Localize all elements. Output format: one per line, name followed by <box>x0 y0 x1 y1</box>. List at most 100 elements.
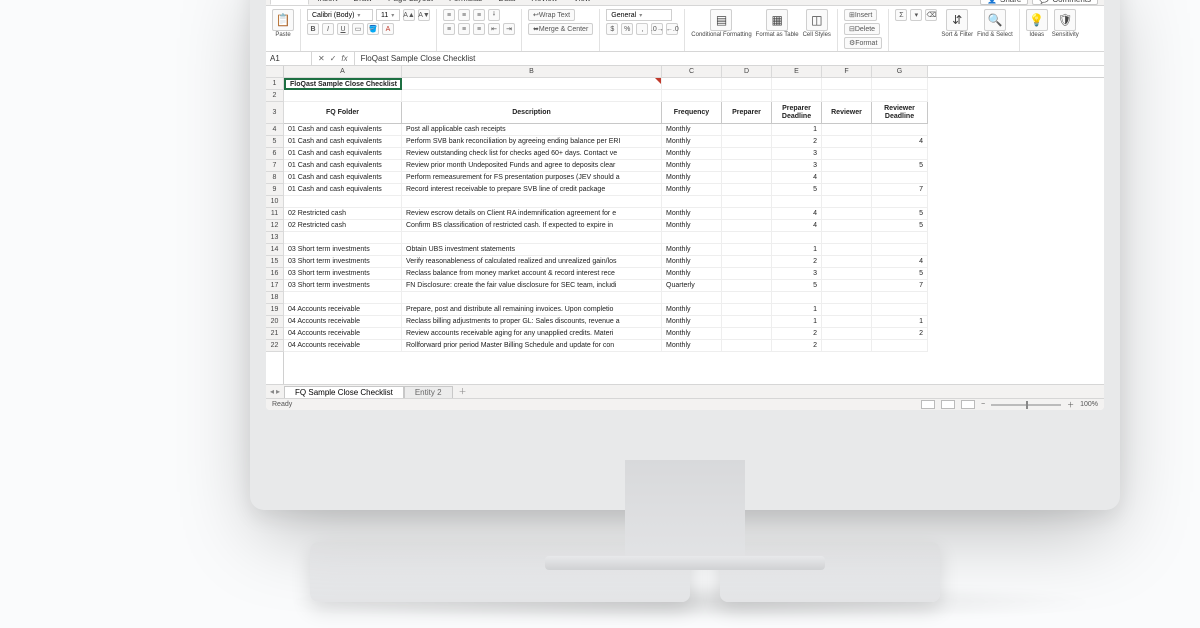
insert-cells-button[interactable]: ⊞ Insert <box>844 9 877 21</box>
cell[interactable]: 5 <box>772 184 822 196</box>
cell[interactable]: Obtain UBS investment statements <box>402 244 662 256</box>
cell[interactable]: 2 <box>772 136 822 148</box>
cell[interactable] <box>722 90 772 102</box>
name-box[interactable]: A1 <box>266 52 312 65</box>
sensitivity-button[interactable]: 🛡 <box>1054 9 1076 31</box>
col-header[interactable]: A <box>284 66 402 78</box>
cell[interactable]: 1 <box>772 304 822 316</box>
row-header[interactable]: 12 <box>266 220 284 232</box>
cell[interactable]: Perform SVB bank reconciliation by agree… <box>402 136 662 148</box>
row-header[interactable]: 20 <box>266 316 284 328</box>
clear-button[interactable]: ⌫ <box>925 9 937 21</box>
row-header[interactable]: 19 <box>266 304 284 316</box>
page-layout-view-icon[interactable] <box>941 400 955 409</box>
cell[interactable]: 5 <box>872 268 928 280</box>
tab-review[interactable]: Review <box>523 0 565 5</box>
cell[interactable]: Review outstanding check list for checks… <box>402 148 662 160</box>
tab-page-layout[interactable]: Page Layout <box>380 0 441 5</box>
col-header[interactable]: B <box>402 66 662 78</box>
cell[interactable] <box>722 136 772 148</box>
cell[interactable]: 01 Cash and cash equivalents <box>284 124 402 136</box>
cell[interactable]: 03 Short term investments <box>284 268 402 280</box>
cell[interactable]: Monthly <box>662 124 722 136</box>
cell[interactable] <box>872 304 928 316</box>
cell[interactable]: Review accounts receivable aging for any… <box>402 328 662 340</box>
format-cells-button[interactable]: ⚙ Format <box>844 37 882 49</box>
cell[interactable] <box>872 172 928 184</box>
cell[interactable]: Quarterly <box>662 280 722 292</box>
decrease-font-icon[interactable]: A▼ <box>418 9 430 21</box>
sheet-nav-next-icon[interactable]: ▸ <box>276 387 280 396</box>
cell[interactable] <box>284 196 402 208</box>
header-cell[interactable]: FQ Folder <box>284 102 402 124</box>
cell[interactable] <box>722 148 772 160</box>
paste-button[interactable]: 📋 <box>272 9 294 31</box>
currency-button[interactable]: $ <box>606 23 618 35</box>
align-left-icon[interactable]: ≡ <box>443 23 455 35</box>
cell[interactable] <box>822 184 872 196</box>
cell[interactable] <box>722 196 772 208</box>
cell[interactable]: Monthly <box>662 208 722 220</box>
cell[interactable]: 01 Cash and cash equivalents <box>284 172 402 184</box>
cell[interactable]: Confirm BS classification of restricted … <box>402 220 662 232</box>
comments-button[interactable]: 💬Comments <box>1032 0 1098 5</box>
indent-inc-icon[interactable]: ⇥ <box>503 23 515 35</box>
align-middle-icon[interactable]: ≡ <box>458 9 470 21</box>
cell[interactable]: 3 <box>772 160 822 172</box>
spreadsheet-grid[interactable]: 1 2 3 4 5 6 7 8 9 10 11 12 13 14 15 16 1… <box>266 66 1104 384</box>
cell[interactable] <box>822 196 872 208</box>
fill-color-button[interactable]: 🪣 <box>367 23 379 35</box>
col-header[interactable]: F <box>822 66 872 78</box>
font-color-button[interactable]: A <box>382 23 394 35</box>
row-header[interactable]: 2 <box>266 90 284 102</box>
cell[interactable]: 03 Short term investments <box>284 280 402 292</box>
cell[interactable]: Monthly <box>662 220 722 232</box>
cell[interactable] <box>822 124 872 136</box>
comma-button[interactable]: , <box>636 23 648 35</box>
tab-draw[interactable]: Draw <box>345 0 380 5</box>
select-all-corner[interactable] <box>266 66 283 78</box>
sheet-nav-prev-icon[interactable]: ◂ <box>270 387 274 396</box>
cell[interactable]: Monthly <box>662 256 722 268</box>
cell[interactable]: 02 Restricted cash <box>284 220 402 232</box>
cell[interactable] <box>722 256 772 268</box>
cell[interactable]: 01 Cash and cash equivalents <box>284 148 402 160</box>
cell[interactable] <box>872 148 928 160</box>
cell[interactable]: 1 <box>772 244 822 256</box>
zoom-out-icon[interactable]: − <box>981 401 985 408</box>
cell[interactable] <box>722 208 772 220</box>
bold-button[interactable]: B <box>307 23 319 35</box>
cell[interactable] <box>822 78 872 90</box>
cell[interactable] <box>822 136 872 148</box>
underline-button[interactable]: U <box>337 23 349 35</box>
cell[interactable] <box>822 328 872 340</box>
cell[interactable]: Rollforward prior period Master Billing … <box>402 340 662 352</box>
cell[interactable]: FloQast Sample Close Checklist <box>284 78 402 90</box>
cell[interactable]: 01 Cash and cash equivalents <box>284 160 402 172</box>
cell-styles-button[interactable]: ◫ <box>806 9 828 31</box>
sheet-tab-active[interactable]: FQ Sample Close Checklist <box>284 386 404 398</box>
align-center-icon[interactable]: ≡ <box>458 23 470 35</box>
cell[interactable] <box>772 196 822 208</box>
cell[interactable]: 02 Restricted cash <box>284 208 402 220</box>
cell[interactable]: Monthly <box>662 184 722 196</box>
cell[interactable] <box>284 292 402 304</box>
cell[interactable]: 04 Accounts receivable <box>284 304 402 316</box>
align-bottom-icon[interactable]: ≡ <box>473 9 485 21</box>
cell[interactable] <box>872 196 928 208</box>
cell[interactable]: 2 <box>772 328 822 340</box>
row-header[interactable]: 14 <box>266 244 284 256</box>
row-header[interactable]: 13 <box>266 232 284 244</box>
zoom-level[interactable]: 100% <box>1080 401 1098 408</box>
cell[interactable] <box>722 316 772 328</box>
cell[interactable]: Review prior month Undeposited Funds and… <box>402 160 662 172</box>
cell[interactable]: 04 Accounts receivable <box>284 340 402 352</box>
borders-button[interactable]: ▭ <box>352 23 364 35</box>
cell[interactable] <box>772 292 822 304</box>
cell[interactable] <box>722 220 772 232</box>
cell[interactable] <box>662 196 722 208</box>
cell[interactable]: 3 <box>772 148 822 160</box>
cell[interactable] <box>722 160 772 172</box>
cell[interactable]: 4 <box>872 136 928 148</box>
cell[interactable]: Review escrow details on Client RA indem… <box>402 208 662 220</box>
